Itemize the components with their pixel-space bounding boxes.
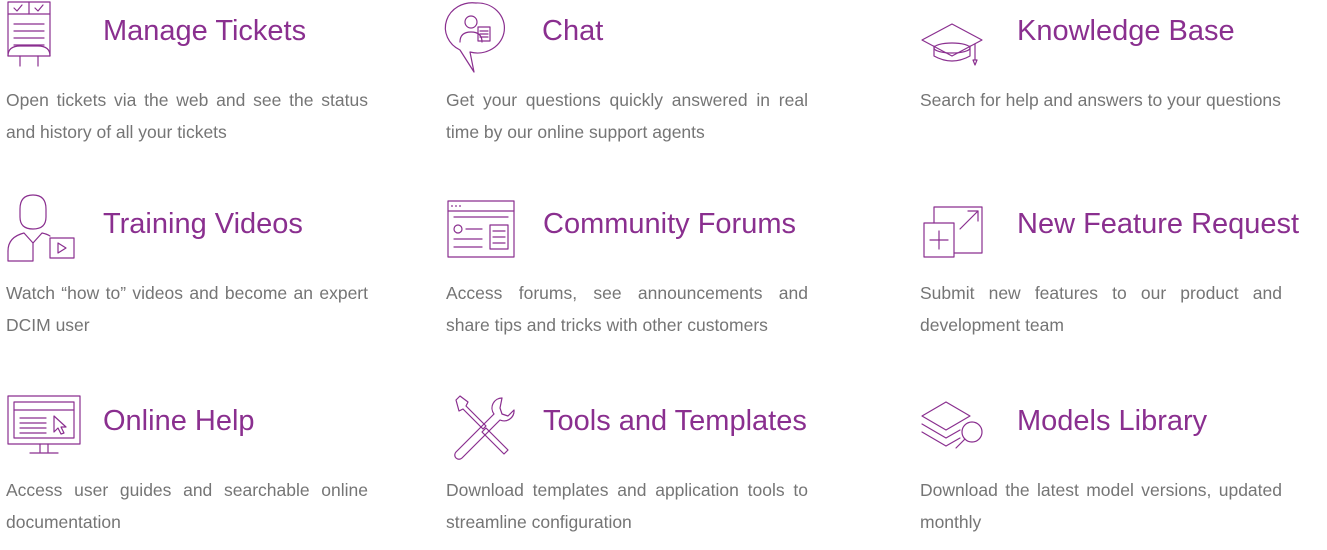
feature-card-knowledge-base[interactable]: Knowledge Base Search for help and answe…: [920, 0, 1300, 150]
chat-agent-icon: [444, 0, 526, 76]
feature-card-online-help[interactable]: Online Help Access user guides and searc…: [6, 390, 386, 540]
feature-title: Manage Tickets: [103, 15, 307, 47]
layers-search-icon: [920, 390, 1000, 466]
feature-card-new-feature-request[interactable]: New Feature Request Submit new features …: [920, 193, 1300, 343]
forum-window-icon: [446, 193, 526, 269]
monitor-help-icon: [6, 390, 86, 466]
feature-description: Watch “how to” videos and become an expe…: [6, 283, 368, 335]
feature-title: Online Help: [103, 405, 255, 437]
feature-title: New Feature Request: [1017, 208, 1300, 240]
feature-description: Download the latest model versions, upda…: [920, 480, 1282, 532]
feature-title: Models Library: [1017, 405, 1208, 437]
feature-card-chat[interactable]: Chat Get your questions quickly answered…: [444, 0, 826, 150]
feature-title: Training Videos: [103, 208, 303, 240]
feature-title: Community Forums: [543, 208, 796, 240]
feature-card-models-library[interactable]: Models Library Download the latest model…: [920, 390, 1300, 540]
feature-description: Search for help and answers to your ques…: [920, 90, 1281, 110]
feature-description: Open tickets via the web and see the sta…: [6, 90, 368, 142]
feature-description: Submit new features to our product and d…: [920, 283, 1282, 335]
trainer-video-icon: [6, 193, 86, 269]
graduation-cap-icon: [920, 0, 1000, 76]
ticket-checklist-icon: [6, 0, 86, 76]
wrench-screwdriver-icon: [446, 390, 526, 466]
feature-title: Tools and Templates: [543, 405, 807, 437]
feature-description: Access forums, see announcements and sha…: [446, 283, 808, 335]
feature-description: Access user guides and searchable online…: [6, 480, 368, 532]
feature-card-training-videos[interactable]: Training Videos Watch “how to” videos an…: [6, 193, 386, 343]
feature-card-community-forums[interactable]: Community Forums Access forums, see anno…: [446, 193, 826, 343]
feature-card-manage-tickets[interactable]: Manage Tickets Open tickets via the web …: [6, 0, 386, 150]
feature-description: Get your questions quickly answered in r…: [446, 90, 808, 142]
feature-description: Download templates and application tools…: [446, 480, 808, 532]
feature-title: Knowledge Base: [1017, 15, 1235, 47]
feature-title: Chat: [542, 15, 604, 47]
feature-card-tools-templates[interactable]: Tools and Templates Download templates a…: [446, 390, 826, 540]
new-feature-icon: [920, 193, 1000, 269]
